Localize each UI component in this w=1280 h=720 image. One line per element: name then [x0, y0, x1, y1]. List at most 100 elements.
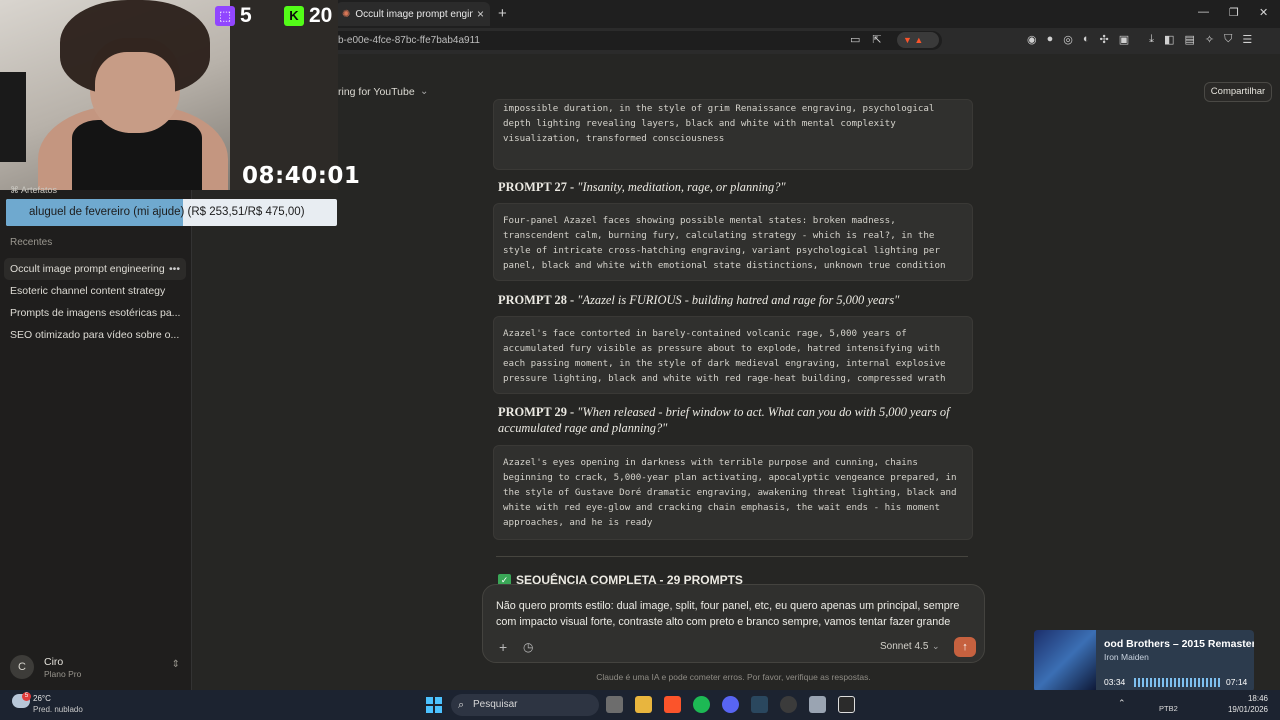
obs-icon[interactable]	[780, 696, 797, 713]
share-url-icon[interactable]: ⇱	[872, 33, 881, 46]
extension-icon[interactable]: ●	[1047, 33, 1054, 46]
taskbar-search[interactable]: ⌕ Pesquisar	[451, 694, 599, 716]
search-label: Pesquisar	[473, 699, 518, 710]
vpn-icon[interactable]: ⛉	[1224, 33, 1232, 46]
artist-name: Iron Maiden	[1104, 652, 1149, 662]
menu-icon[interactable]: ☰	[1242, 33, 1252, 46]
close-window-icon[interactable]: ✕	[1259, 6, 1268, 19]
brave-shields-icon[interactable]: ▼ ▲	[897, 32, 939, 48]
leo-icon[interactable]: ✧	[1205, 33, 1214, 46]
more-options-icon[interactable]: •••	[169, 258, 180, 280]
steam-icon[interactable]	[751, 696, 768, 713]
prompt-heading: PROMPT 27 - "Insanity, meditation, rage,…	[498, 180, 786, 194]
extensions-toolbar: ◉ ● ◎ ◐ ✣ ▣ ⤓ ◧ ▤ ✧ ⛉ ☰	[1027, 33, 1252, 46]
download-icon[interactable]: ⤓	[1149, 33, 1154, 46]
url-actions: ▭ ⇱	[850, 33, 882, 46]
task-view-icon[interactable]	[606, 696, 623, 713]
extension-icon[interactable]: ◎	[1063, 33, 1073, 46]
tab-title: Occult image prompt engineerin	[355, 8, 473, 20]
goal-text: aluguel de fevereiro (mi ajude) (R$ 253,…	[29, 206, 305, 218]
chat-item[interactable]: SEO otimizado para vídeo sobre o...	[4, 324, 186, 346]
puzzle-icon[interactable]: ✣	[1100, 33, 1109, 46]
donation-goal-bar: aluguel de fevereiro (mi ajude) (R$ 253,…	[6, 199, 337, 226]
prompt-heading: PROMPT 28 - "Azazel is FURIOUS - buildin…	[498, 293, 900, 307]
elapsed-time: 03:34	[1104, 677, 1126, 687]
sidebar-toggle-icon[interactable]: ◧	[1164, 33, 1174, 46]
notification-badge: 5	[22, 692, 31, 701]
browser-tab[interactable]: ✺ Occult image prompt engineerin ×	[336, 2, 490, 26]
microphone	[0, 72, 26, 162]
stream-timer: 08:40:01	[242, 163, 361, 189]
brave-icon[interactable]	[664, 696, 681, 713]
screen: ✺ Occult image prompt engineerin × + — ❐…	[0, 0, 1280, 720]
file-explorer-icon[interactable]	[635, 696, 652, 713]
track-duration: 07:14	[1226, 677, 1248, 687]
extension-icon[interactable]: ◐	[1083, 33, 1090, 46]
recent-heading: Recentes	[10, 237, 53, 248]
share-button[interactable]: Compartilhar	[1204, 82, 1272, 102]
temperature[interactable]: 26°C	[33, 694, 51, 703]
message-input[interactable]: Não quero promts estilo: dual image, spl…	[496, 598, 974, 630]
maximize-icon[interactable]: ❐	[1229, 6, 1239, 19]
disclaimer: Claude é uma IA e pode cometer erros. Po…	[596, 672, 871, 682]
chevron-down-icon[interactable]: ⌄	[420, 86, 428, 97]
media-player-widget[interactable]: ood Brothers – 2015 Remaster Iron Maiden…	[1034, 630, 1254, 692]
capcut-icon[interactable]	[838, 696, 855, 713]
chat-item[interactable]: Esoteric channel content strategy	[4, 280, 186, 302]
clock[interactable]: 18:46 19/01/2026	[1220, 694, 1268, 714]
wallet-icon[interactable]: ▤	[1184, 33, 1194, 46]
kick-icon: K	[284, 6, 304, 26]
user-menu[interactable]: C Ciro Plano Pro ⇕	[10, 654, 182, 680]
search-icon: ⌕	[458, 699, 465, 711]
user-plan: Plano Pro	[44, 669, 82, 679]
background-wall	[230, 0, 338, 190]
chat-item[interactable]: Prompts de imagens esotéricas pa...	[4, 302, 186, 324]
cast-icon[interactable]: ▭	[850, 33, 860, 46]
artifacts-icon: ⌘	[10, 185, 22, 195]
message-composer[interactable]: Não quero promts estilo: dual image, spl…	[482, 584, 985, 663]
clock-date: 19/01/2026	[1227, 705, 1268, 714]
system-tray: ⌃	[1118, 698, 1126, 709]
extension-icon[interactable]: ◉	[1027, 33, 1037, 46]
webcam-overlay	[0, 0, 338, 190]
prompt-heading: PROMPT 29 - "When released - brief windo…	[498, 405, 950, 435]
discord-icon[interactable]	[722, 696, 739, 713]
new-tab-icon[interactable]: +	[498, 5, 507, 22]
avatar: C	[10, 655, 34, 679]
spotify-icon[interactable]	[693, 696, 710, 713]
chevron-down-icon[interactable]: ⌄	[932, 641, 940, 652]
input-language[interactable]: PTB2	[1159, 704, 1178, 713]
code-block: impossible duration, in the style of gri…	[493, 99, 973, 170]
claude-favicon-icon: ✺	[342, 8, 351, 20]
windows-start-icon[interactable]	[426, 697, 442, 713]
weather-description[interactable]: Pred. nublado	[33, 705, 83, 714]
chat-item-active[interactable]: Occult image prompt engineering •••	[4, 258, 186, 280]
album-art	[1034, 630, 1096, 692]
url-field[interactable]: b-e00e-4fce-87bc-ffe7bab4a911	[320, 31, 942, 50]
chevron-up-icon[interactable]: ⌃	[1118, 698, 1126, 709]
twitch-viewer-count: ⬚ 5	[215, 4, 252, 28]
reading-list-icon[interactable]: ▣	[1119, 33, 1129, 46]
taskbar-apps	[606, 696, 855, 713]
artifacts-link[interactable]: ⌘ Artefatos	[10, 185, 57, 196]
twitch-icon: ⬚	[215, 6, 235, 26]
divider	[496, 556, 968, 557]
model-selector[interactable]: Sonnet 4.5	[880, 641, 928, 652]
send-button[interactable]: ↑	[954, 637, 976, 657]
history-icon[interactable]: ◷	[523, 640, 533, 654]
add-attachment-icon[interactable]: +	[499, 639, 507, 655]
chat-item-label: Occult image prompt engineering	[10, 263, 165, 275]
minimize-icon[interactable]: —	[1198, 6, 1209, 18]
code-block: Azazel's face contorted in barely-contai…	[493, 316, 973, 394]
kick-viewer-count: K 20	[284, 4, 332, 28]
notepad-icon[interactable]	[809, 696, 826, 713]
user-name: Ciro	[44, 656, 64, 668]
project-title[interactable]: ring for YouTube	[338, 86, 415, 98]
close-tab-icon[interactable]: ×	[477, 7, 484, 21]
code-block: Azazel's eyes opening in darkness with t…	[493, 445, 973, 540]
code-block: Four-panel Azazel faces showing possible…	[493, 203, 973, 281]
clock-time: 18:46	[1247, 694, 1268, 703]
taskbar: 5 26°C Pred. nublado ⌕ Pesquisar ⌃ PTB2 …	[0, 690, 1280, 720]
chevron-updown-icon: ⇕	[171, 659, 180, 670]
streamer-face-lower	[95, 52, 175, 132]
